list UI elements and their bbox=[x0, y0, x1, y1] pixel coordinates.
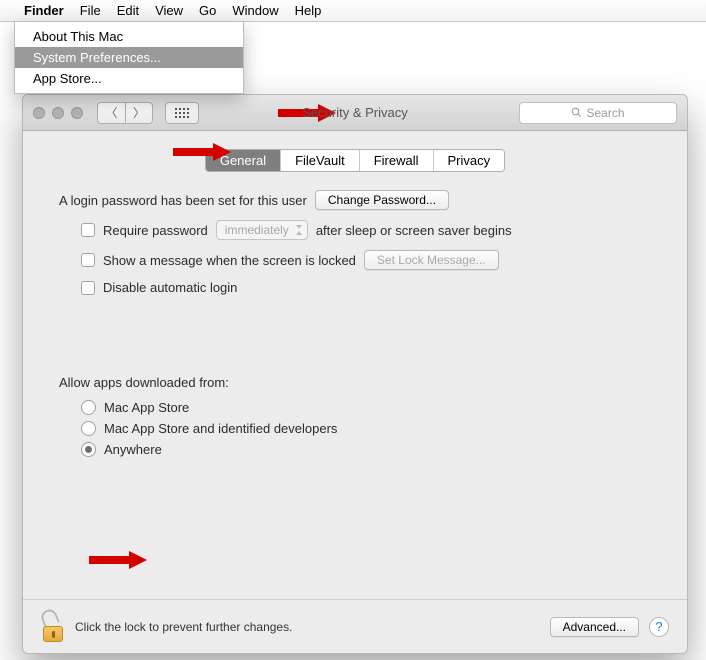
search-icon bbox=[571, 107, 582, 118]
require-password-suffix: after sleep or screen saver begins bbox=[316, 223, 512, 238]
set-lock-message-button[interactable]: Set Lock Message... bbox=[364, 250, 499, 270]
nav-buttons: 〈 〉 bbox=[97, 102, 153, 124]
lock-icon[interactable] bbox=[41, 612, 65, 642]
radio-app-store[interactable] bbox=[81, 400, 96, 415]
back-button[interactable]: 〈 bbox=[97, 102, 125, 124]
apple-menu-about[interactable]: About This Mac bbox=[15, 26, 243, 47]
security-privacy-window: 〈 〉 Security & Privacy Search General Fi… bbox=[22, 94, 688, 654]
disable-auto-login-checkbox[interactable] bbox=[81, 281, 95, 295]
window-controls bbox=[33, 107, 83, 119]
general-pane: A login password has been set for this u… bbox=[23, 172, 687, 457]
show-message-checkbox[interactable] bbox=[81, 253, 95, 267]
apple-menu-system-preferences[interactable]: System Preferences... bbox=[15, 47, 243, 68]
window-title: Security & Privacy bbox=[302, 105, 407, 120]
radio-anywhere-label: Anywhere bbox=[104, 442, 162, 457]
apple-dropdown: About This Mac System Preferences... App… bbox=[14, 22, 244, 94]
tab-general[interactable]: General bbox=[206, 150, 281, 171]
annotation-arrow-anywhere bbox=[89, 549, 149, 571]
require-password-checkbox[interactable] bbox=[81, 223, 95, 237]
radio-identified-developers[interactable] bbox=[81, 421, 96, 436]
advanced-button[interactable]: Advanced... bbox=[550, 617, 639, 637]
allow-apps-radiogroup: Mac App Store Mac App Store and identifi… bbox=[81, 400, 651, 457]
lock-text: Click the lock to prevent further change… bbox=[75, 620, 292, 634]
window-toolbar: 〈 〉 Security & Privacy Search bbox=[23, 95, 687, 131]
change-password-button[interactable]: Change Password... bbox=[315, 190, 449, 210]
tab-firewall[interactable]: Firewall bbox=[360, 150, 434, 171]
radio-anywhere[interactable] bbox=[81, 442, 96, 457]
tab-privacy[interactable]: Privacy bbox=[434, 150, 505, 171]
apple-menu-app-store[interactable]: App Store... bbox=[15, 68, 243, 89]
menu-help[interactable]: Help bbox=[295, 3, 322, 18]
allow-apps-heading: Allow apps downloaded from: bbox=[59, 375, 229, 390]
show-all-button[interactable] bbox=[165, 102, 199, 124]
forward-button[interactable]: 〉 bbox=[125, 102, 153, 124]
tab-bar: General FileVault Firewall Privacy bbox=[23, 149, 687, 172]
tab-filevault[interactable]: FileVault bbox=[281, 150, 360, 171]
radio-app-store-label: Mac App Store bbox=[104, 400, 189, 415]
minimize-button[interactable] bbox=[52, 107, 64, 119]
help-button[interactable]: ? bbox=[649, 617, 669, 637]
menu-window[interactable]: Window bbox=[232, 3, 278, 18]
menu-view[interactable]: View bbox=[155, 3, 183, 18]
login-password-text: A login password has been set for this u… bbox=[59, 193, 307, 208]
menu-finder[interactable]: Finder bbox=[24, 3, 64, 18]
menu-bar: Finder File Edit View Go Window Help bbox=[0, 0, 706, 22]
zoom-button[interactable] bbox=[71, 107, 83, 119]
search-field[interactable]: Search bbox=[519, 102, 677, 124]
disable-auto-login-label: Disable automatic login bbox=[103, 280, 237, 295]
menu-file[interactable]: File bbox=[80, 3, 101, 18]
menu-go[interactable]: Go bbox=[199, 3, 216, 18]
require-password-label: Require password bbox=[103, 223, 208, 238]
show-message-label: Show a message when the screen is locked bbox=[103, 253, 356, 268]
menu-edit[interactable]: Edit bbox=[117, 3, 139, 18]
window-footer: Click the lock to prevent further change… bbox=[23, 599, 687, 653]
close-button[interactable] bbox=[33, 107, 45, 119]
require-password-delay-select[interactable]: immediately bbox=[216, 220, 308, 240]
search-placeholder: Search bbox=[586, 106, 624, 120]
radio-identified-developers-label: Mac App Store and identified developers bbox=[104, 421, 337, 436]
